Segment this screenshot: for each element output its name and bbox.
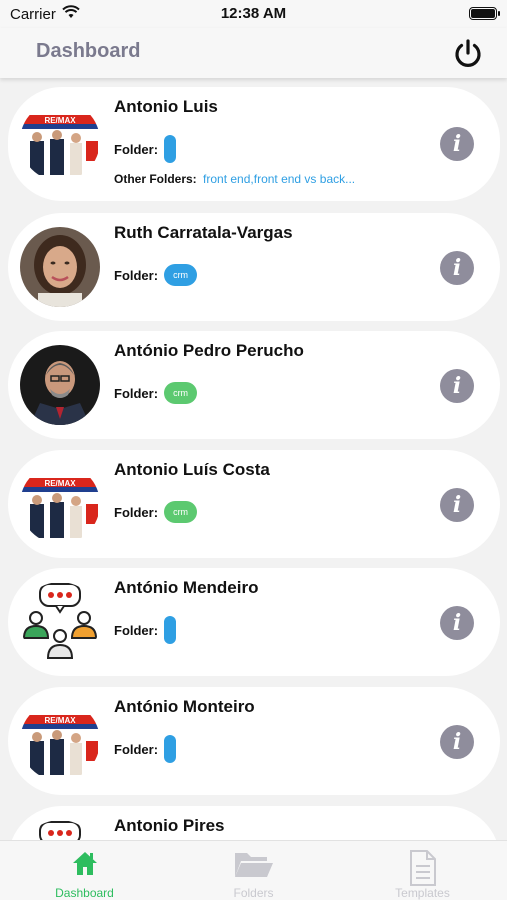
folder-pill[interactable] — [164, 135, 177, 163]
other-folders-label: Other Folders: — [114, 172, 197, 186]
folder-pill[interactable]: crm — [164, 264, 198, 286]
avatar — [20, 345, 100, 425]
tab-label: Folders — [233, 886, 274, 900]
folder-label: Folder: — [114, 741, 159, 757]
info-icon[interactable]: i — [440, 251, 474, 285]
folder-open-icon — [233, 849, 275, 884]
svg-text:RE/MAX: RE/MAX — [44, 716, 76, 725]
tab-label: Dashboard — [55, 886, 114, 900]
folder-label: Folder: — [114, 141, 159, 157]
contact-name: António Mendeiro — [114, 578, 259, 597]
info-icon[interactable]: i — [440, 369, 474, 403]
contact-card[interactable]: RE/MAX Antonio Luís Costa Folder: crm i — [8, 450, 500, 558]
folder-label: Folder: — [114, 385, 159, 401]
contact-card[interactable]: Antonio Pires — [8, 806, 500, 840]
avatar — [20, 820, 100, 840]
folder-row: Folder: crm — [114, 382, 198, 404]
tab-folders[interactable]: Folders — [169, 841, 338, 900]
clock: 12:38 AM — [220, 5, 287, 22]
folder-row: Folder: — [114, 735, 177, 763]
battery-icon — [469, 7, 500, 20]
info-icon[interactable]: i — [440, 488, 474, 522]
contact-list[interactable]: RE/MAX Antonio Luis Folder: Other Folder… — [0, 80, 507, 840]
tab-bar: Dashboard Folders Templates — [0, 840, 507, 900]
folder-row: Folder: — [114, 616, 177, 644]
contact-name: António Monteiro — [114, 697, 255, 716]
folder-row: Folder: — [114, 135, 177, 163]
folder-pill[interactable]: crm — [164, 501, 198, 523]
home-icon — [71, 849, 99, 882]
contact-card[interactable]: António Pedro Perucho Folder: crm i — [8, 331, 500, 439]
folder-pill[interactable] — [164, 735, 177, 763]
contact-card[interactable]: António Mendeiro Folder: i — [8, 568, 500, 676]
svg-text:RE/MAX: RE/MAX — [44, 116, 76, 125]
info-icon[interactable]: i — [440, 606, 474, 640]
other-folders-value[interactable]: front end,front end vs back... — [203, 172, 355, 186]
avatar — [20, 227, 100, 307]
folder-label: Folder: — [114, 504, 159, 520]
app-header: Dashboard — [0, 28, 507, 78]
svg-text:RE/MAX: RE/MAX — [44, 479, 76, 488]
group-chat-icon — [20, 820, 100, 840]
group-chat-icon — [20, 582, 100, 662]
info-icon[interactable]: i — [440, 127, 474, 161]
folder-row: Folder: crm — [114, 501, 198, 523]
avatar — [20, 582, 100, 662]
avatar: RE/MAX — [20, 464, 100, 544]
contact-name: Antonio Luis — [114, 97, 218, 116]
status-bar: Carrier 12:38 AM — [0, 0, 507, 28]
other-folders-row: Other Folders: front end,front end vs ba… — [114, 172, 355, 186]
contact-card[interactable]: Ruth Carratala-Vargas Folder: crm i — [8, 213, 500, 321]
folder-label: Folder: — [114, 622, 159, 638]
contact-name: António Pedro Perucho — [114, 341, 304, 360]
avatar: RE/MAX — [20, 701, 100, 781]
page-title: Dashboard — [36, 40, 141, 62]
tab-dashboard[interactable]: Dashboard — [0, 841, 169, 900]
folder-pill[interactable] — [164, 616, 177, 644]
folder-pill[interactable]: crm — [164, 382, 198, 404]
tab-templates[interactable]: Templates — [338, 841, 507, 900]
info-icon[interactable]: i — [440, 725, 474, 759]
contact-name: Ruth Carratala-Vargas — [114, 223, 293, 242]
folder-row: Folder: crm — [114, 264, 198, 286]
avatar: RE/MAX — [20, 101, 100, 181]
contact-card[interactable]: RE/MAX Antonio Luis Folder: Other Folder… — [8, 87, 500, 201]
tab-label: Templates — [395, 886, 450, 900]
folder-label: Folder: — [114, 267, 159, 283]
contact-name: Antonio Luís Costa — [114, 460, 270, 479]
contact-name: Antonio Pires — [114, 816, 225, 835]
contact-card[interactable]: RE/MAX António Monteiro Folder: i — [8, 687, 500, 795]
power-icon[interactable] — [451, 36, 485, 70]
